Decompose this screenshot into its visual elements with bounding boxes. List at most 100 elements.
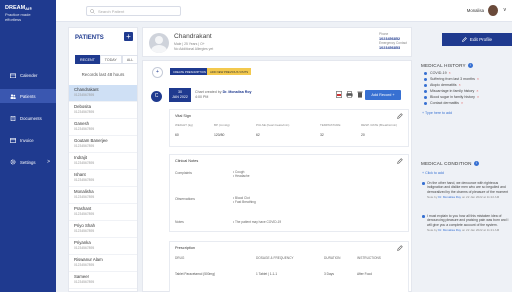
tab-all[interactable]: ALL [121, 55, 139, 64]
list-item[interactable]: Debosita 01234567895 [69, 102, 137, 119]
vital-header: PULSE (heart beats/min) [256, 123, 290, 127]
prescription-header: DRUG [175, 256, 185, 260]
edit-icon[interactable] [397, 245, 403, 251]
condition-meta: Note by Dr. Monalisa Roy on 22 Jan 2022 … [427, 228, 500, 233]
add-patient-button[interactable]: + [124, 32, 133, 41]
remove-icon[interactable]: × [449, 71, 451, 75]
add-history-input[interactable]: + Type here to add [422, 111, 452, 115]
vital-header: RESP. RATE (Breaths/min) [361, 123, 398, 127]
add-record-button[interactable]: Add Record + [365, 90, 401, 100]
patients-subtitle: Records last 48 hours [81, 72, 125, 77]
prescription-header: INSTRUCTIONS [357, 256, 381, 260]
section-title: Clinical Notes [175, 159, 199, 163]
edit-icon[interactable] [397, 158, 403, 164]
remove-icon[interactable]: × [476, 89, 478, 93]
remove-icon[interactable]: × [461, 101, 463, 105]
patient-header: Chandrakant Male | 25 Years | O+ No Addi… [142, 27, 412, 57]
vital-header: BP (mmHg) [214, 123, 230, 127]
nav-label: Calender [20, 72, 38, 78]
list-item[interactable]: Riswanur Alam 01234567895 [69, 255, 137, 272]
condition-time: 11:22 AM [486, 195, 500, 200]
print-icon[interactable] [346, 91, 353, 98]
nav-item-calendar[interactable]: Calender [0, 68, 56, 82]
visit-time: 4:00 PM [195, 95, 209, 99]
list-item[interactable]: Indrajit 01234567895 [69, 153, 137, 170]
list-item[interactable]: Prashant 01234567895 [69, 204, 137, 221]
add-previous-visits-button[interactable]: ADD NEW PREVIOUS VISITS [207, 68, 252, 75]
patient-meta: Male | 25 Years | O+ No Additional Aller… [174, 42, 213, 52]
pdf-icon[interactable] [336, 91, 342, 98]
patient-phone: 01234567895 [74, 263, 95, 267]
observations-values: • Blood Clot • Fast Breathing [233, 196, 256, 205]
list-item[interactable]: Priyo Shah 01234567895 [69, 221, 137, 238]
remove-icon[interactable]: × [477, 77, 479, 81]
nav-item-documents[interactable]: Documents [0, 111, 56, 125]
patients-icon [10, 93, 16, 99]
condition-date: 22 Jan 2022 [466, 228, 483, 233]
complaint-item: • Headache [233, 174, 250, 179]
list-item[interactable]: Ishant 01234567895 [69, 170, 137, 187]
patient-phone: 01234567895 [74, 212, 95, 216]
tab-recent[interactable]: RECENT [75, 55, 100, 64]
history-text: Suffering from last 3 months [430, 77, 475, 81]
bullet-icon [424, 77, 427, 81]
bullet-icon [424, 89, 427, 93]
prescription-header: DOSAGE & FREQUENCY [256, 256, 294, 260]
chevron-down-icon[interactable]: v [504, 7, 507, 13]
medical-history-heading: MEDICAL HISTORY [421, 63, 466, 68]
list-item[interactable]: Chandrakant 01234567895 [69, 85, 137, 102]
invoice-icon [10, 137, 16, 143]
nav-label: Settings [20, 159, 36, 165]
remove-icon[interactable]: × [477, 95, 479, 99]
patient-name: Ishant [74, 172, 86, 177]
clinical-notes-card: Clinical Notes Complaints • Cough • Head… [169, 154, 409, 232]
edit-profile-button[interactable]: Edit Profile [442, 33, 512, 46]
add-circle-button[interactable]: + [152, 67, 163, 78]
delete-icon[interactable] [357, 91, 363, 98]
patient-phone: 01234567895 [74, 161, 95, 165]
nav-label: Documents [20, 115, 42, 121]
remove-icon[interactable]: × [459, 83, 461, 87]
brand-logo[interactable]: DREAMAI® Practice made effortless [5, 5, 32, 22]
create-prescription-button[interactable]: CREATE PRESCRIPTION [170, 68, 209, 75]
list-item[interactable]: Ganesh 01234567895 [69, 119, 137, 136]
patient-phone: 01234567895 [74, 195, 95, 199]
list-item[interactable]: Goutam Banerjee 01234567895 [69, 136, 137, 153]
patient-name: Priyo Shah [74, 223, 96, 228]
search-input[interactable]: Search Patient [86, 6, 181, 16]
condition-meta: Note by Dr. Monalisa Roy on 22 Jan 2022 … [427, 195, 500, 200]
nav-label: Patients [20, 93, 36, 99]
history-item: Miscarriage in family history × [424, 89, 478, 93]
prescription-cell: Tablet Paracetamol (500mg) [175, 272, 216, 276]
condition-text: I must explain to you how all this mista… [422, 214, 512, 227]
user-name[interactable]: Monalisa [467, 8, 484, 13]
patient-allergies: No Additional Allergies yet [174, 47, 214, 51]
right-panel: Edit Profile MEDICAL HISTORY i COVID-19 × … [416, 27, 512, 292]
patients-title: PATIENTS [75, 35, 104, 41]
visit-marker: C [151, 91, 162, 102]
visit-content: + CREATE PRESCRIPTION ADD NEW PREVIOUS V… [142, 60, 412, 292]
search-placeholder: Search Patient [98, 8, 125, 14]
add-condition-button[interactable]: + Click to add [422, 171, 444, 175]
nav-item-patients[interactable]: Patients [0, 89, 56, 103]
documents-icon [10, 115, 16, 121]
medical-condition-title: MEDICAL CONDITION i [421, 161, 479, 167]
edit-icon[interactable] [397, 113, 403, 119]
history-item: Atopic dermatitis × [424, 83, 461, 87]
nav-item-invoice[interactable]: Invoice [0, 133, 56, 147]
list-item[interactable]: Priyanka 01234567895 [69, 238, 137, 255]
tab-today[interactable]: TODAY [99, 55, 122, 64]
info-icon[interactable]: i [473, 161, 479, 167]
list-item[interactable]: Monalisha 01234567895 [69, 187, 137, 204]
patients-panel: PATIENTS + RECENT TODAY ALL Records last… [68, 27, 139, 292]
condition-author: Dr. Monalisa Roy [438, 195, 462, 200]
nav-item-settings[interactable]: Settings > [0, 155, 56, 169]
brand-tagline-2: effortless [5, 17, 22, 22]
list-item[interactable]: Sameer 01234567895 [69, 272, 137, 289]
bullet-icon [424, 83, 427, 87]
complaints-values: • Cough • Headache [233, 170, 250, 179]
vital-value: 20 [361, 133, 365, 137]
history-text: Blood sugar in family history [430, 95, 475, 99]
info-icon[interactable]: i [467, 63, 473, 69]
user-avatar[interactable] [488, 5, 498, 16]
